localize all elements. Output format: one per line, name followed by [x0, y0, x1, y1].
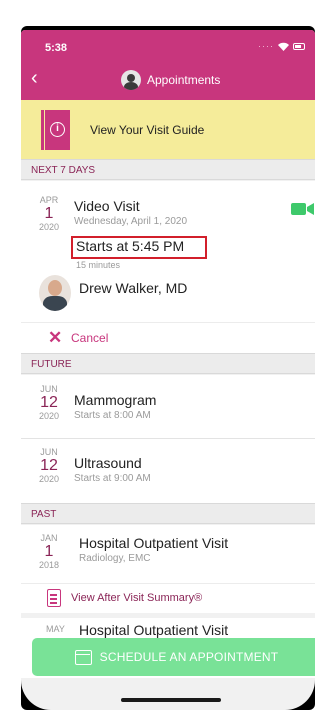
schedule-appointment-button[interactable]: SCHEDULE AN APPOINTMENT — [32, 638, 315, 676]
appointment-location: Radiology, EMC — [79, 553, 151, 564]
document-icon — [47, 589, 61, 607]
guide-book-icon: i — [41, 109, 70, 150]
date-month: MAY — [46, 624, 65, 634]
section-next-7-days: NEXT 7 DAYS — [21, 159, 315, 180]
after-visit-summary-link[interactable]: View After Visit Summary® — [21, 583, 315, 613]
schedule-button-label: SCHEDULE AN APPOINTMENT — [99, 650, 279, 664]
appointment-time: Starts at 9:00 AM — [74, 473, 151, 484]
cancel-label: Cancel — [71, 331, 109, 345]
close-icon: ✕ — [48, 328, 63, 347]
appointment-date: JUN 12 2020 — [35, 447, 63, 484]
section-past: PAST — [21, 503, 315, 524]
date-day: 12 — [40, 394, 58, 411]
list-item[interactable] — [21, 525, 315, 583]
summary-label: View After Visit Summary® — [71, 592, 203, 604]
visit-guide-banner[interactable]: i View Your Visit Guide — [21, 100, 315, 159]
appointment-date-text: Wednesday, April 1, 2020 — [74, 216, 188, 227]
battery-icon — [293, 42, 305, 50]
video-camera-icon[interactable] — [291, 202, 315, 216]
phone-frame: 5:38 ···· ‹ Appointments i View Your Vis… — [21, 26, 315, 710]
date-year: 2018 — [38, 560, 60, 570]
appointment-title: Mammogram — [74, 392, 157, 408]
status-time: 5:38 — [45, 42, 68, 54]
date-day: 1 — [44, 543, 54, 560]
user-avatar-icon[interactable] — [121, 70, 141, 90]
wifi-icon — [278, 42, 289, 51]
home-indicator[interactable] — [121, 698, 221, 702]
appointment-time: Starts at 8:00 AM — [74, 410, 151, 421]
provider-avatar — [39, 275, 71, 311]
visit-guide-label: View Your Visit Guide — [90, 122, 205, 137]
appointment-title: Ultrasound — [74, 455, 142, 471]
info-icon: i — [50, 121, 65, 137]
section-label: FUTURE — [31, 359, 72, 370]
section-label: NEXT 7 DAYS — [31, 165, 96, 176]
date-year: 2020 — [38, 222, 60, 232]
date-month: APR — [39, 195, 59, 205]
nav-title-group: Appointments — [121, 70, 220, 90]
list-item[interactable] — [21, 375, 315, 438]
date-day: 12 — [40, 457, 58, 474]
page-title: Appointments — [147, 73, 221, 87]
appointment-start-time: Starts at 5:45 PM — [76, 238, 185, 254]
status-icons: ···· — [258, 41, 305, 51]
section-future: FUTURE — [21, 353, 315, 374]
appointment-date: APR 1 2020 — [35, 195, 63, 232]
app-screen: 5:38 ···· ‹ Appointments i View Your Vis… — [21, 30, 315, 710]
appointment-title: Video Visit — [74, 198, 140, 214]
appointment-date: JAN 1 2018 — [35, 533, 63, 570]
section-label: PAST — [31, 509, 57, 520]
signal-icon: ···· — [258, 41, 274, 51]
calendar-icon — [74, 649, 92, 665]
date-year: 2020 — [38, 474, 60, 484]
cancel-button[interactable]: ✕ Cancel — [21, 322, 315, 352]
back-button[interactable]: ‹ — [31, 68, 47, 90]
provider-name: Drew Walker, MD — [79, 280, 188, 296]
date-month: JUN — [40, 384, 58, 394]
appointment-duration: 15 minutes — [76, 260, 121, 270]
date-month: JUN — [40, 447, 58, 457]
appointment-title: Hospital Outpatient Visit — [79, 535, 229, 551]
date-day: 1 — [44, 205, 54, 222]
date-year: 2020 — [38, 411, 60, 421]
appointment-date: JUN 12 2020 — [35, 384, 63, 421]
appointment-title: Hospital Outpatient Visit — [79, 622, 229, 638]
list-item[interactable] — [21, 439, 315, 503]
date-month: JAN — [40, 533, 58, 543]
